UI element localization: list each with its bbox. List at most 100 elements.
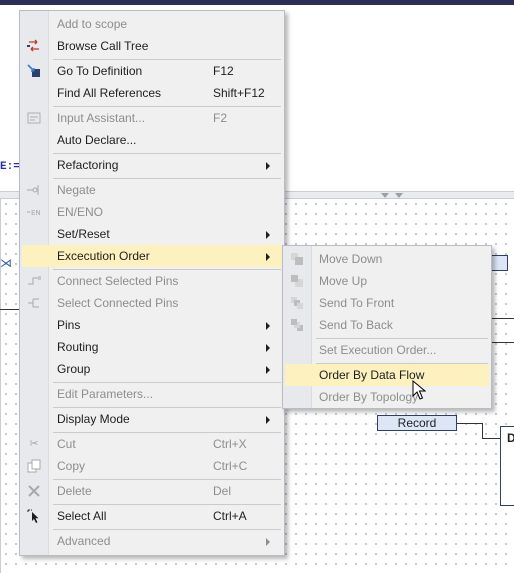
menu-item-edit-parameters[interactable]: Edit Parameters... bbox=[22, 383, 282, 405]
menu-item-browse-call-tree[interactable]: Browse Call Tree bbox=[22, 35, 282, 57]
wire bbox=[490, 342, 514, 343]
menu-item-find-all-references[interactable]: Find All References Shift+F12 bbox=[22, 82, 282, 104]
menu-item-shortcut: F12 bbox=[213, 64, 234, 78]
select-pins-icon bbox=[27, 296, 41, 310]
splitter-arrow-icon bbox=[381, 193, 389, 198]
move-down-icon bbox=[290, 252, 304, 266]
menu-item-label: Add to scope bbox=[57, 17, 128, 31]
input-assistant-icon bbox=[27, 111, 41, 125]
menu-item-connect-selected-pins[interactable]: Connect Selected Pins bbox=[22, 270, 282, 292]
menu-item-label: Negate bbox=[57, 183, 96, 197]
submenu-arrow-icon bbox=[266, 162, 270, 170]
menu-item-label: Input Assistant... bbox=[57, 111, 146, 125]
submenu-arrow-icon bbox=[266, 253, 270, 261]
menu-item-label: Group bbox=[57, 362, 91, 376]
select-all-icon bbox=[27, 509, 41, 523]
menu-item-shortcut: F2 bbox=[213, 111, 228, 125]
submenu-item-label: Move Up bbox=[319, 274, 368, 288]
call-tree-icon bbox=[27, 39, 41, 53]
function-block-d[interactable]: D bbox=[500, 426, 514, 506]
execution-order-submenu: Move Down Move Up Send To Front Send To … bbox=[282, 245, 492, 409]
menu-item-delete[interactable]: Delete Del bbox=[22, 480, 282, 502]
submenu-item-label: Order By Topology bbox=[319, 390, 419, 404]
submenu-arrow-icon bbox=[266, 416, 270, 424]
submenu-arrow-icon bbox=[266, 322, 270, 330]
delete-x-icon bbox=[27, 484, 41, 498]
submenu-item-send-to-front[interactable]: Send To Front bbox=[285, 292, 489, 314]
submenu-item-label: Move Down bbox=[319, 252, 383, 266]
menu-item-select-all[interactable]: Select All Ctrl+A bbox=[22, 505, 282, 527]
copy-icon bbox=[27, 459, 41, 473]
menu-item-input-assistant[interactable]: Input Assistant... F2 bbox=[22, 107, 282, 129]
menu-item-auto-declare[interactable]: Auto Declare... bbox=[22, 129, 282, 151]
submenu-item-label: Send To Front bbox=[319, 296, 395, 310]
menu-item-label: Find All References bbox=[57, 86, 162, 100]
submenu-arrow-icon bbox=[266, 231, 270, 239]
wire bbox=[0, 309, 20, 310]
submenu-item-label: Order By Data Flow bbox=[319, 368, 425, 382]
submenu-arrow-icon bbox=[266, 344, 270, 352]
menu-item-pins[interactable]: Pins bbox=[22, 314, 282, 336]
menu-item-label: Edit Parameters... bbox=[57, 387, 154, 401]
mouse-pointer-icon bbox=[412, 380, 426, 400]
submenu-arrow-icon bbox=[266, 538, 270, 546]
submenu-item-set-execution-order[interactable]: Set Execution Order... bbox=[285, 339, 489, 361]
menu-item-cut[interactable]: ✂ Cut Ctrl+X bbox=[22, 433, 282, 455]
submenu-item-order-by-data-flow[interactable]: Order By Data Flow bbox=[285, 364, 489, 386]
menu-item-label: Pins bbox=[57, 318, 81, 332]
wire bbox=[482, 438, 500, 439]
menu-item-label: Set/Reset bbox=[57, 227, 110, 241]
menu-item-refactoring[interactable]: Refactoring bbox=[22, 154, 282, 176]
menu-item-add-to-scope[interactable]: Add to scope bbox=[22, 13, 282, 35]
submenu-item-send-to-back[interactable]: Send To Back bbox=[285, 314, 489, 336]
menu-item-select-connected-pins[interactable]: Select Connected Pins bbox=[22, 292, 282, 314]
menu-item-label: Auto Declare... bbox=[57, 133, 137, 147]
menu-item-label: Routing bbox=[57, 340, 99, 354]
menu-item-shortcut: Ctrl+X bbox=[213, 437, 247, 451]
menu-item-en-eno[interactable]: EN EN/ENO bbox=[22, 201, 282, 223]
svg-text:EN: EN bbox=[31, 209, 41, 217]
menu-item-shortcut: Ctrl+A bbox=[213, 509, 247, 523]
send-to-back-icon bbox=[290, 318, 304, 332]
menu-item-label: Copy bbox=[57, 459, 86, 473]
move-up-icon bbox=[290, 274, 304, 288]
menu-item-set-reset[interactable]: Set/Reset bbox=[22, 223, 282, 245]
menu-item-copy[interactable]: Copy Ctrl+C bbox=[22, 455, 282, 477]
menu-item-go-to-definition[interactable]: Go To Definition F12 bbox=[22, 60, 282, 82]
menu-item-display-mode[interactable]: Display Mode bbox=[22, 408, 282, 430]
go-to-definition-icon bbox=[27, 64, 41, 78]
submenu-item-label: Send To Back bbox=[319, 318, 393, 332]
menu-item-label: Display Mode bbox=[57, 412, 130, 426]
scissors-icon: ✂ bbox=[29, 438, 39, 450]
menu-item-label: Connect Selected Pins bbox=[57, 274, 179, 288]
menu-item-advanced[interactable]: Advanced bbox=[22, 530, 282, 552]
menu-item-negate[interactable]: Negate bbox=[22, 179, 282, 201]
menu-item-shortcut: Shift+F12 bbox=[213, 86, 265, 100]
context-menu: Add to scope Browse Call Tree Go To Defi… bbox=[19, 10, 285, 556]
wire bbox=[490, 318, 514, 319]
submenu-arrow-icon bbox=[266, 366, 270, 374]
menu-item-shortcut: Del bbox=[213, 484, 232, 498]
menu-item-label: Advanced bbox=[57, 534, 111, 548]
connect-pins-icon bbox=[27, 274, 41, 288]
scope-icon bbox=[27, 17, 41, 31]
send-to-front-icon bbox=[290, 296, 304, 310]
menu-item-label: Go To Definition bbox=[57, 64, 143, 78]
submenu-item-order-by-topology[interactable]: Order By Topology bbox=[285, 386, 489, 408]
menu-item-execution-order[interactable]: Excecution Order bbox=[22, 245, 282, 267]
menu-item-group[interactable]: Group bbox=[22, 358, 282, 380]
splitter-arrow-icon bbox=[395, 193, 403, 198]
menu-item-shortcut: Ctrl+C bbox=[213, 459, 248, 473]
submenu-item-move-up[interactable]: Move Up bbox=[285, 270, 489, 292]
menu-item-label: Browse Call Tree bbox=[57, 39, 149, 53]
menu-item-label: Refactoring bbox=[57, 158, 119, 172]
code-fragment: E:= bbox=[0, 161, 20, 173]
submenu-item-move-down[interactable]: Move Down bbox=[285, 248, 489, 270]
menu-item-label: Delete bbox=[57, 484, 92, 498]
wire bbox=[457, 423, 483, 424]
submenu-item-label: Set Execution Order... bbox=[319, 343, 437, 357]
record-block[interactable]: Record bbox=[377, 415, 457, 431]
contact-icon: ⋊ bbox=[0, 256, 12, 270]
wire bbox=[482, 423, 483, 439]
menu-item-routing[interactable]: Routing bbox=[22, 336, 282, 358]
